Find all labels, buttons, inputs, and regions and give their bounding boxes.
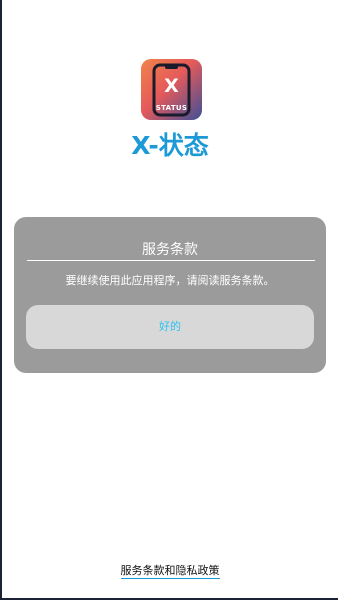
dialog-divider	[27, 260, 315, 261]
terms-privacy-link[interactable]: 服务条款和隐私政策	[120, 564, 220, 579]
x-status-app-icon: X STATUS	[141, 59, 202, 120]
ok-button[interactable]: 好的	[26, 305, 314, 349]
terms-dialog: 服务条款 要继续使用此应用程序，请阅读服务条款。 好的	[14, 217, 326, 373]
dialog-message: 要继续使用此应用程序，请阅读服务条款。	[65, 274, 275, 287]
terms-privacy-link-row: 服务条款和隐私政策	[2, 559, 338, 579]
app-icon-word: STATUS	[155, 104, 188, 112]
app-title: X-状态	[131, 131, 209, 160]
dialog-title: 服务条款	[142, 242, 198, 258]
app-screen: X STATUS X-状态 服务条款 要继续使用此应用程序，请阅读服务条款。 好…	[2, 0, 338, 598]
app-icon-letter: X	[164, 75, 179, 97]
